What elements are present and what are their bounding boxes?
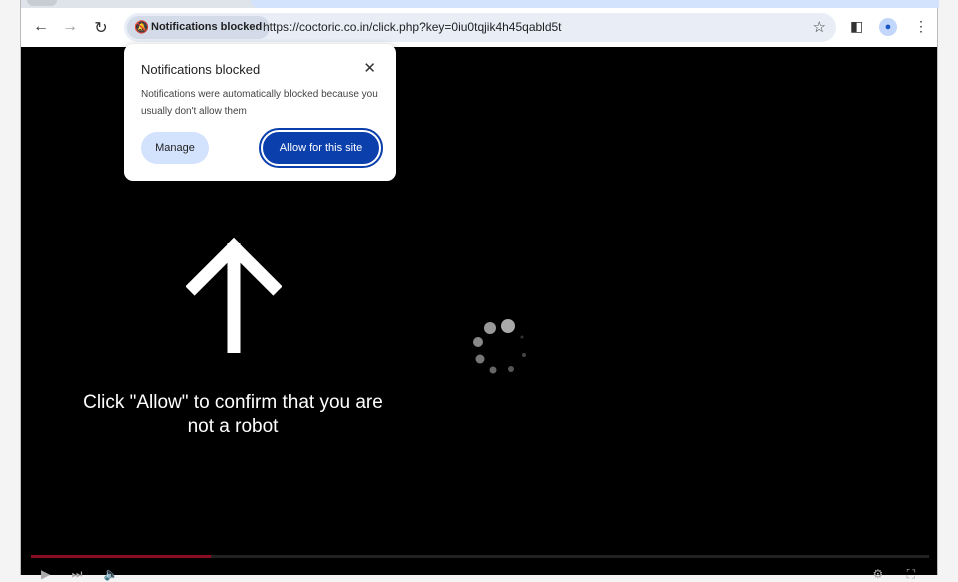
progress-fill <box>31 555 211 558</box>
toolbar: ← → ↻ 🔕 Notifications blocked https://co… <box>21 8 937 47</box>
tab-search-button[interactable] <box>27 0 57 6</box>
fullscreen-icon[interactable]: ⛶ <box>907 567 915 581</box>
popup-title: Notifications blocked <box>141 62 261 77</box>
loading-spinner-icon <box>473 319 526 374</box>
allow-for-this-site-button[interactable]: Allow for this site <box>259 128 383 168</box>
notifications-blocked-popup: Notifications blocked ✕ Notifications we… <box>124 44 396 181</box>
url-text[interactable]: https://coctoric.co.in/click.php?key=0iu… <box>263 20 562 34</box>
browser-window: ← → ↻ 🔕 Notifications blocked https://co… <box>20 0 939 581</box>
profile-avatar-icon[interactable]: ● <box>879 18 897 36</box>
address-bar[interactable]: 🔕 Notifications blocked https://coctoric… <box>124 13 836 42</box>
side-panel-icon[interactable]: ◧ <box>850 18 863 35</box>
tab-strip <box>21 0 939 8</box>
forward-icon[interactable]: → <box>60 18 80 36</box>
video-progress-bar[interactable] <box>31 555 929 558</box>
close-icon[interactable]: ✕ <box>363 59 376 77</box>
back-icon[interactable]: ← <box>31 18 51 36</box>
bell-slash-icon: 🔕 <box>134 20 149 34</box>
bookmark-star-icon[interactable]: ☆ <box>813 18 826 36</box>
chip-label: Notifications blocked <box>151 21 263 33</box>
menu-kebab-icon[interactable]: ⋮ <box>914 18 928 35</box>
settings-gear-icon[interactable]: ⚙ <box>872 567 883 581</box>
reload-icon[interactable]: ↻ <box>91 18 111 38</box>
robot-message: Click "Allow" to confirm that you are no… <box>83 392 383 437</box>
volume-icon[interactable]: 🔈 <box>104 567 119 581</box>
play-icon[interactable]: ▶ <box>41 567 50 581</box>
manage-button[interactable]: Manage <box>141 132 209 164</box>
active-tab[interactable] <box>251 0 939 8</box>
next-icon[interactable]: ⏭ <box>72 567 83 581</box>
popup-body: Notifications were automatically blocked… <box>141 89 378 117</box>
notifications-blocked-chip[interactable]: 🔕 Notifications blocked <box>127 16 271 39</box>
arrow-up-icon <box>186 237 282 353</box>
